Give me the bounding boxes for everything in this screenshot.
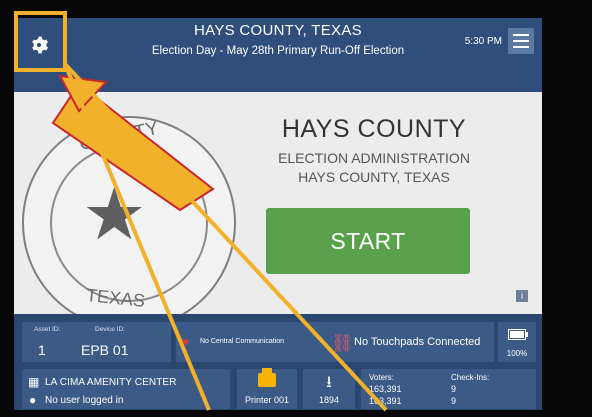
broken-link-icon: ⛓ (331, 333, 354, 353)
device-id-value: EPB 01 (81, 342, 129, 358)
top-bar: HAYS COUNTY, TEXAS Election Day - May 28… (14, 18, 542, 92)
gear-highlight-box (14, 11, 67, 72)
touchpads-status: No Touchpads Connected (354, 336, 481, 348)
broken-heart-icon: ♥ (182, 335, 190, 349)
county-seal: COUNTY ★ TEXAS (22, 116, 236, 330)
location-icon: ▦ (28, 375, 40, 389)
location-name: LA CIMA AMENITY CENTER (45, 377, 177, 388)
connectivity-status-box: ♥ No Central Communication ⛓ No Touchpad… (176, 322, 494, 362)
voter-stats-box: Voters: Check-Ins: 163,391 163,391 9 9 (361, 369, 536, 409)
battery-percent: 100% (506, 349, 528, 358)
battery-icon (508, 329, 528, 340)
app-screen: HAYS COUNTY, TEXAS Election Day - May 28… (14, 18, 542, 410)
user-icon: ● (29, 393, 37, 407)
asset-id-value: 1 (38, 342, 46, 358)
tablet-device: HAYS COUNTY, TEXAS Election Day - May 28… (0, 0, 592, 417)
clock-time: 5:30 PM (464, 36, 502, 47)
administration-heading: ELECTION ADMINISTRATION (278, 150, 470, 166)
printer-name: Printer 001 (244, 395, 290, 405)
voters-value-2: 163,391 (369, 396, 402, 406)
device-id-label: Device ID: (95, 326, 125, 333)
device-id-box: Asset ID: Device ID: 1 EPB 01 (22, 322, 171, 362)
printer-box[interactable]: Printer 001 (237, 368, 297, 409)
location-user-box: ▦ LA CIMA AMENITY CENTER ● No user logge… (22, 369, 230, 409)
checkins-value-2: 9 (451, 396, 457, 406)
printer-icon (258, 368, 276, 387)
page-title: HAYS COUNTY, TEXAS (194, 22, 362, 39)
asset-id-label: Asset ID: (34, 326, 61, 333)
checkins-label: Check-Ins: (451, 373, 490, 382)
voters-label: Voters: (369, 373, 394, 382)
user-status: No user logged in (45, 395, 124, 406)
download-icon: ⭳ (326, 374, 332, 391)
battery-box: 100% (498, 322, 536, 362)
download-count: 1894 (318, 395, 340, 405)
hamburger-menu-icon[interactable] (508, 28, 534, 54)
voters-value-1: 163,391 (369, 384, 402, 394)
start-button[interactable]: START (266, 208, 470, 274)
status-panel: Asset ID: Device ID: 1 EPB 01 ♥ No Centr… (14, 314, 542, 410)
county-heading: HAYS COUNTY (281, 115, 467, 143)
checkins-value-1: 9 (451, 384, 457, 394)
star-icon: ★ (82, 175, 147, 255)
download-box[interactable]: ⭳ 1894 (303, 369, 355, 409)
county-state-heading: HAYS COUNTY, TEXAS (298, 169, 450, 185)
info-icon[interactable]: i (516, 290, 528, 302)
election-subtitle: Election Day - May 28th Primary Run-Off … (151, 45, 405, 57)
central-communication-status: No Central Communication (200, 338, 285, 345)
